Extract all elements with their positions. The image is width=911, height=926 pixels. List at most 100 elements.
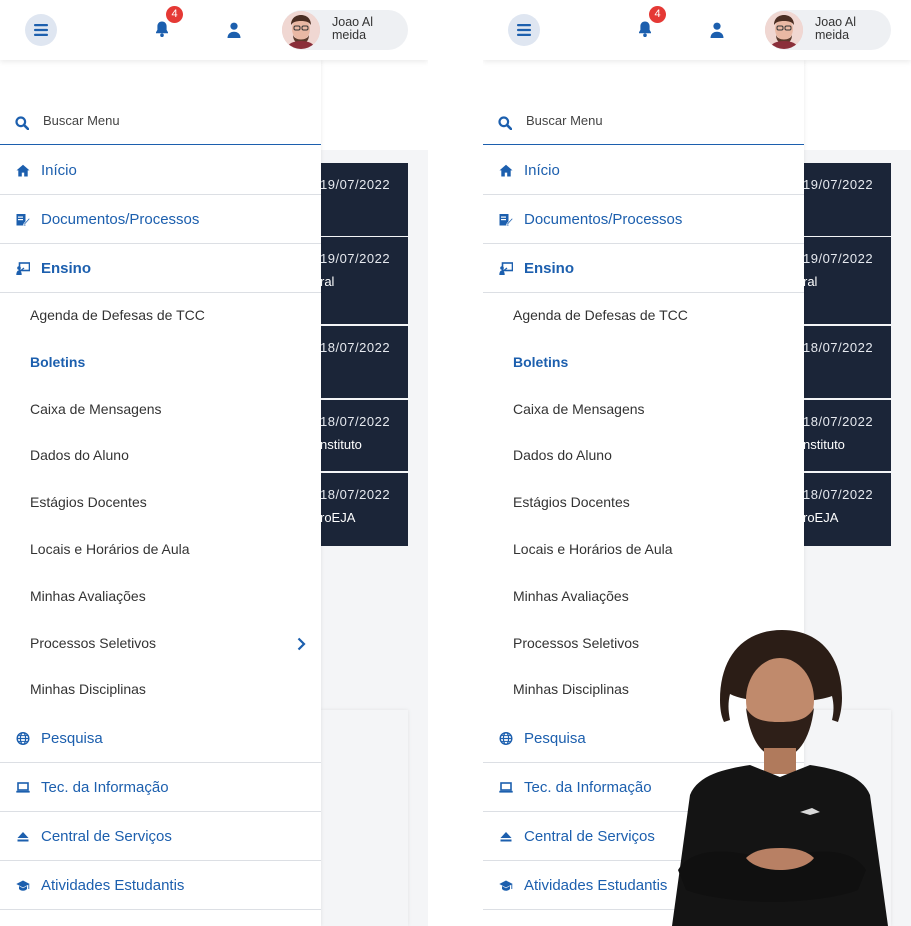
submenu-item-label: Dados do Aluno (513, 447, 612, 463)
menu-item-label: Início (41, 162, 77, 179)
edit-document-icon (16, 214, 30, 226)
user-icon[interactable] (710, 22, 724, 38)
bell-icon[interactable] (154, 20, 170, 38)
submenu-item-estagios-docentes[interactable]: Estágios Docentes (0, 480, 321, 527)
notification-badge: 4 (649, 6, 666, 23)
news-date: 19/07/2022 (803, 177, 874, 192)
submenu-item-dados-aluno[interactable]: Dados do Aluno (0, 433, 321, 480)
news-title: roEJA (803, 510, 839, 525)
teacher-board-icon (16, 262, 30, 275)
news-date: 18/07/2022 (320, 414, 391, 429)
menu-item-documentos[interactable]: Documentos/Processos (0, 195, 321, 244)
menu-item-pesquisa[interactable]: Pesquisa (0, 714, 321, 763)
menu-search (483, 103, 804, 145)
submenu-item-label: Caixa de Mensagens (513, 401, 645, 417)
news-card[interactable]: 18/07/2022 nstituto (803, 400, 891, 471)
submenu-item-boletins[interactable]: Boletins (0, 340, 321, 387)
menu-icon (517, 24, 531, 36)
chevron-right-icon (297, 637, 306, 651)
news-date: 18/07/2022 (320, 340, 391, 355)
submenu-item-label: Processos Seletivos (30, 635, 157, 651)
menu-item-inicio[interactable]: Início (0, 146, 321, 195)
submenu-item-label: Boletins (30, 354, 86, 370)
menu-item-ensino[interactable]: Ensino (0, 244, 321, 293)
submenu-item-label: Estágios Docentes (30, 494, 147, 510)
user-profile-chip[interactable]: Joao Almeida (765, 10, 891, 50)
menu-item-label: Ensino (524, 260, 575, 277)
submenu-item-caixa-mensagens[interactable]: Caixa de Mensagens (0, 387, 321, 434)
eject-icon (17, 832, 29, 842)
user-name: Joao Almeida (332, 16, 374, 42)
user-name: Joao Almeida (815, 16, 857, 42)
menu-item-inicio[interactable]: Início (483, 146, 804, 195)
search-input[interactable] (43, 113, 303, 128)
menu-item-atividades-estudantis[interactable]: Atividades Estudantis (0, 861, 321, 910)
menu-item-ensino[interactable]: Ensino (483, 244, 804, 293)
submenu-item-processos-seletivos[interactable]: Processos Seletivos (0, 621, 321, 668)
laptop-icon (16, 782, 30, 793)
submenu-item-label: Agenda de Defesas de TCC (513, 307, 688, 323)
user-icon[interactable] (227, 22, 241, 38)
news-title: roEJA (320, 510, 356, 525)
news-card[interactable]: 19/07/2022 ral (320, 237, 408, 324)
menu-item-label: Atividades Estudantis (41, 877, 185, 894)
news-date: 19/07/2022 (320, 251, 391, 266)
content-card (320, 710, 408, 926)
home-icon (499, 164, 513, 177)
submenu-item-locais-horarios[interactable]: Locais e Horários de Aula (0, 527, 321, 574)
news-date: 19/07/2022 (320, 177, 391, 192)
home-icon (16, 164, 30, 177)
menu-item-label: Pesquisa (41, 730, 103, 747)
news-card[interactable]: 19/07/2022 (320, 163, 408, 236)
submenu-item-label: Minhas Disciplinas (30, 681, 146, 697)
news-title: nstituto (320, 437, 362, 452)
news-card[interactable]: 18/07/2022 roEJA (320, 473, 408, 546)
menu-item-label: Documentos/Processos (524, 211, 683, 228)
submenu-item-label: Agenda de Defesas de TCC (30, 307, 205, 323)
submenu-item-minhas-disciplinas[interactable]: Minhas Disciplinas (0, 667, 321, 714)
submenu-item-minhas-avaliacoes[interactable]: Minhas Avaliações (483, 574, 804, 621)
submenu-item-estagios-docentes[interactable]: Estágios Docentes (483, 480, 804, 527)
menu-item-label: Documentos/Processos (41, 211, 200, 228)
search-icon (498, 116, 512, 130)
laptop-icon (499, 782, 513, 793)
news-card[interactable]: 19/07/2022 ral (803, 237, 891, 324)
side-navigation-drawer: Início Documentos/Processos Ensino Agend… (0, 60, 321, 926)
news-card[interactable]: 18/07/2022 roEJA (803, 473, 891, 546)
news-card[interactable]: 18/07/2022 (803, 326, 891, 398)
eject-icon (500, 832, 512, 842)
menu-item-tec-informacao[interactable]: Tec. da Informação (0, 763, 321, 812)
avatar (282, 11, 320, 49)
notification-badge: 4 (166, 6, 183, 23)
menu-item-label: Ensino (41, 260, 92, 277)
submenu-item-boletins[interactable]: Boletins (483, 340, 804, 387)
menu-item-documentos[interactable]: Documentos/Processos (483, 195, 804, 244)
news-date: 18/07/2022 (320, 487, 391, 502)
globe-icon (499, 732, 513, 745)
submenu-item-agenda-defesas[interactable]: Agenda de Defesas de TCC (0, 293, 321, 340)
submenu-item-label: Estágios Docentes (513, 494, 630, 510)
bell-icon[interactable] (637, 20, 653, 38)
news-date: 18/07/2022 (803, 414, 874, 429)
news-date: 18/07/2022 (803, 340, 874, 355)
submenu-item-agenda-defesas[interactable]: Agenda de Defesas de TCC (483, 293, 804, 340)
hamburger-menu-button[interactable] (508, 14, 540, 46)
top-bar: 4 Joao Almeida (483, 0, 911, 60)
submenu-item-label: Caixa de Mensagens (30, 401, 162, 417)
news-card[interactable]: 19/07/2022 (803, 163, 891, 236)
submenu-item-label: Processos Seletivos (513, 635, 640, 651)
teacher-board-icon (499, 262, 513, 275)
hamburger-menu-button[interactable] (25, 14, 57, 46)
menu-item-central-servicos[interactable]: Central de Serviços (0, 812, 321, 861)
submenu-item-minhas-avaliacoes[interactable]: Minhas Avaliações (0, 574, 321, 621)
user-profile-chip[interactable]: Joao Almeida (282, 10, 408, 50)
submenu-item-locais-horarios[interactable]: Locais e Horários de Aula (483, 527, 804, 574)
news-card[interactable]: 18/07/2022 nstituto (320, 400, 408, 471)
news-card[interactable]: 18/07/2022 (320, 326, 408, 398)
submenu-item-caixa-mensagens[interactable]: Caixa de Mensagens (483, 387, 804, 434)
search-input[interactable] (526, 113, 786, 128)
menu-item-label: Pesquisa (524, 730, 586, 747)
submenu-item-label: Boletins (513, 354, 569, 370)
submenu-item-dados-aluno[interactable]: Dados do Aluno (483, 433, 804, 480)
menu-item-label: Tec. da Informação (524, 779, 652, 796)
